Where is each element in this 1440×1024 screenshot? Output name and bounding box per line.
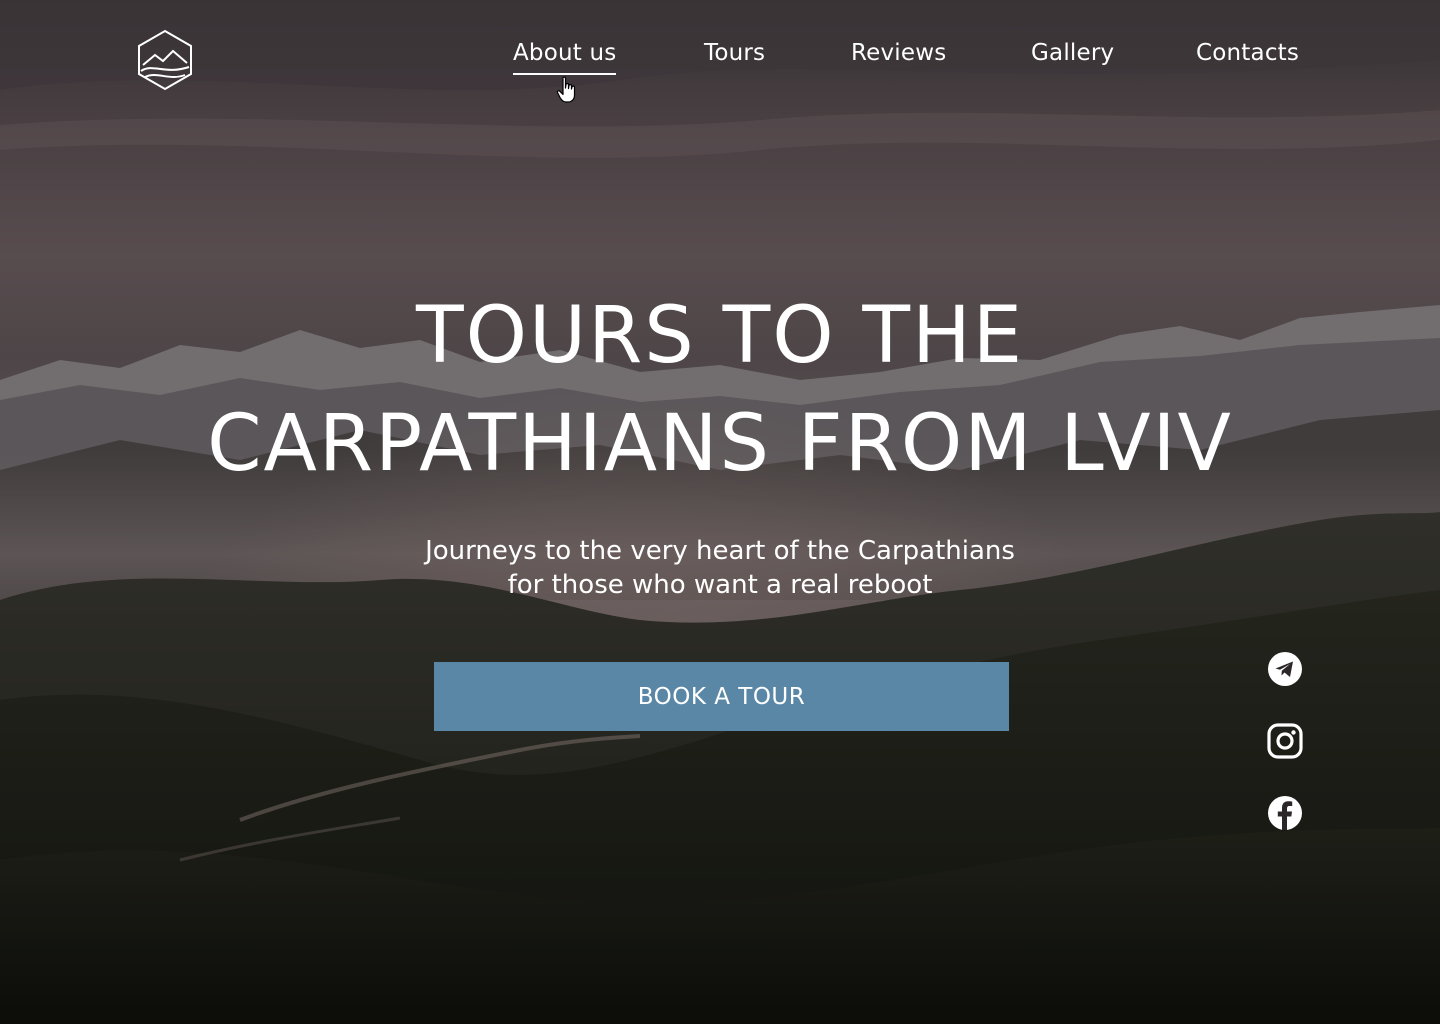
hero-background-image [0,0,1440,1024]
nav-gallery[interactable]: Gallery [1031,40,1114,66]
facebook-link[interactable] [1266,794,1304,832]
hero-title: TOURS TO THE CARPATHIANS FROM LVIV [0,282,1440,498]
instagram-icon [1267,723,1303,759]
hero-title-line-1: TOURS TO THE [415,291,1025,381]
nav-reviews[interactable]: Reviews [851,40,946,66]
hand-cursor-icon [556,76,576,103]
hero-title-line-2: CARPATHIANS FROM LVIV [207,399,1233,489]
telegram-link[interactable] [1266,650,1304,688]
instagram-link[interactable] [1266,722,1304,760]
book-a-tour-button[interactable]: BOOK A TOUR [434,662,1009,731]
nav-about-us[interactable]: About us [513,40,617,75]
nav-contacts[interactable]: Contacts [1196,40,1299,66]
nav-tours[interactable]: Tours [704,40,765,66]
hero-subtitle-line-2: for those who want a real reboot [507,570,933,600]
facebook-icon [1268,796,1302,830]
main-nav: About us Tours Reviews Gallery Contacts [0,0,1440,110]
hero-subtitle-line-1: Journeys to the very heart of the Carpat… [425,536,1015,566]
telegram-icon [1268,652,1302,686]
hero-subtitle: Journeys to the very heart of the Carpat… [0,534,1440,602]
